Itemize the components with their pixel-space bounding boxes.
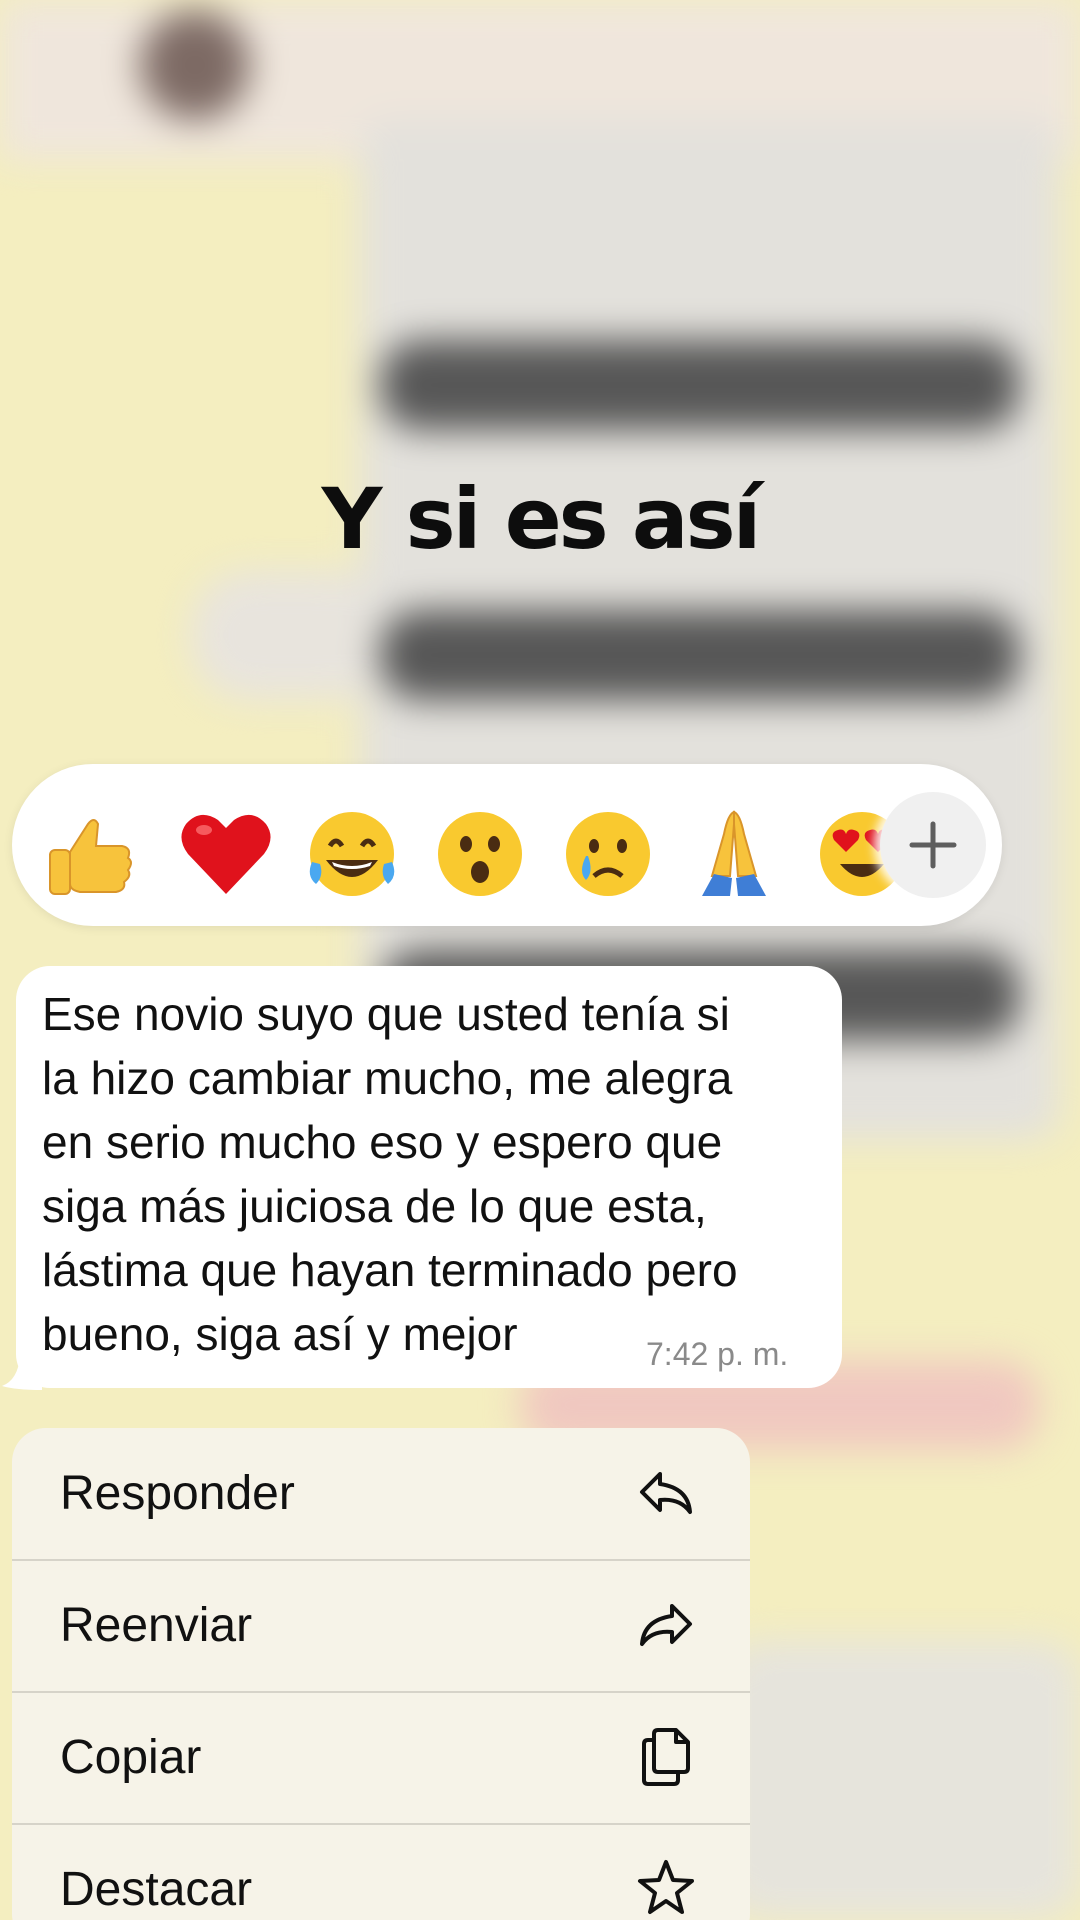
menu-item-label: Reenviar [60, 1599, 253, 1652]
menu-item-copy[interactable]: Copiar [12, 1692, 750, 1825]
surprised-reaction[interactable] [430, 804, 530, 904]
blurred-text-bar [380, 340, 1020, 430]
menu-item-forward[interactable]: Reenviar [12, 1560, 750, 1693]
tears-of-joy-icon [309, 812, 395, 896]
crying-face-icon [566, 812, 650, 896]
blurred-text-bar [380, 610, 1020, 700]
heart-icon [181, 814, 271, 894]
copy-icon [634, 1724, 698, 1788]
forward-icon [634, 1592, 698, 1656]
blurred-avatar [140, 10, 250, 120]
reply-icon [634, 1460, 698, 1524]
menu-item-star[interactable]: Destacar [12, 1824, 750, 1920]
folded-hands-icon [702, 810, 766, 896]
blurred-message [720, 1640, 1080, 1920]
message-context-menu: Responder Reenviar Copiar Destacar [12, 1428, 750, 1920]
overlay-caption: Y si es así [321, 470, 762, 568]
plus-icon [909, 821, 957, 869]
thumbs-up-icon [49, 819, 132, 895]
menu-item-label: Destacar [60, 1863, 253, 1916]
thumbs-up-reaction[interactable] [40, 804, 140, 904]
menu-item-reply[interactable]: Responder [12, 1428, 750, 1561]
crying-reaction[interactable] [558, 804, 658, 904]
message-text: Ese novio suyo que usted tenía si la hiz… [42, 988, 738, 1360]
more-reactions-button[interactable] [880, 792, 986, 898]
red-heart-reaction[interactable] [176, 804, 276, 904]
folded-hands-reaction[interactable] [684, 804, 784, 904]
context-menu-screen: Y si es así Ese novio suyo que usted ten… [0, 0, 1080, 1920]
message-timestamp: 7:42 p. m. [646, 1336, 789, 1372]
star-icon [634, 1856, 698, 1920]
menu-item-label: Copiar [60, 1731, 202, 1784]
menu-item-label: Responder [60, 1467, 295, 1520]
reaction-picker [12, 764, 1002, 926]
bubble-tail [2, 1356, 42, 1390]
surprised-face-icon [438, 812, 522, 896]
tears-of-joy-reaction[interactable] [302, 804, 402, 904]
